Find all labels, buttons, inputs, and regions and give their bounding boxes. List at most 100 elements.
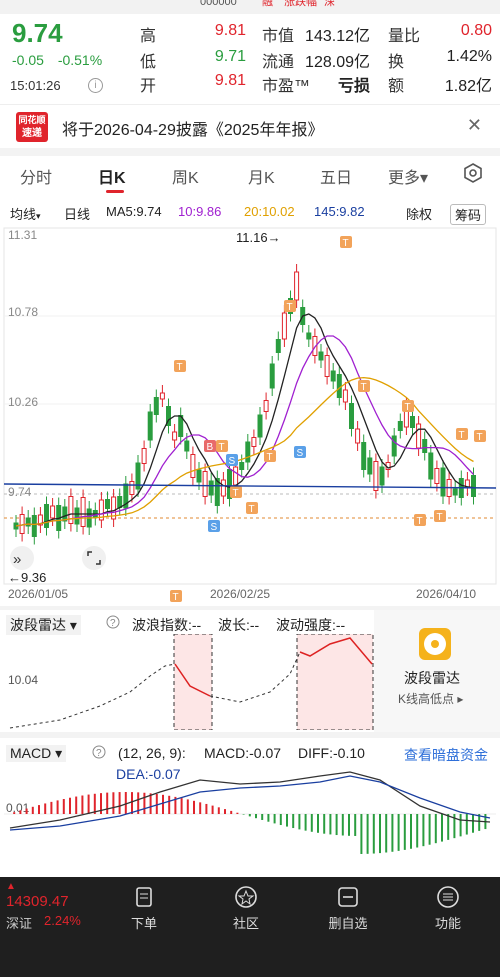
candle-body xyxy=(257,414,263,438)
index-pct: 2.24% xyxy=(44,913,81,928)
candle-body xyxy=(428,452,434,480)
wave-index: 波浪指数:-- xyxy=(132,617,202,633)
candle-body xyxy=(306,332,312,340)
candle-body xyxy=(31,515,37,537)
period-label[interactable]: 日线 xyxy=(64,204,90,223)
help-icon[interactable]: ? xyxy=(92,745,106,762)
open-label: 开 xyxy=(140,78,157,95)
tab-daily-k[interactable]: 日K xyxy=(98,164,126,188)
candle-body xyxy=(269,363,275,389)
candle-body xyxy=(355,428,361,444)
radar-selector[interactable]: 波段雷达 ▾ xyxy=(6,615,81,635)
candle-body xyxy=(440,467,446,497)
float-value: 128.09亿 xyxy=(305,54,370,71)
tab-weekly-k[interactable]: 周K xyxy=(172,164,199,188)
low-label: 低 xyxy=(140,54,157,71)
signal-marker-letter: T xyxy=(287,302,293,313)
candle-body xyxy=(202,471,208,497)
nav-community[interactable]: 社区 xyxy=(216,885,276,932)
tab-intraday[interactable]: 分时 xyxy=(20,164,52,188)
kline-chart[interactable]: 11.31 10.78 10.26 9.74 11.16→ ←9.36 TTTB… xyxy=(0,226,500,713)
candle-body xyxy=(342,389,348,403)
nav-order-label: 下单 xyxy=(130,916,157,931)
x-label-start: 2026/01/05 xyxy=(8,587,68,601)
nav-functions[interactable]: 功能 xyxy=(418,885,478,932)
fullscreen-icon[interactable] xyxy=(82,546,106,570)
radar-dashed-line xyxy=(209,651,301,703)
wave-strength: 波动强度:-- xyxy=(276,617,346,633)
index-value[interactable]: 14309.47 xyxy=(6,893,69,910)
top-strip: 000000 融 涨跌幅 深 xyxy=(0,0,500,14)
active-tab-indicator xyxy=(106,190,124,193)
radar-promo[interactable]: 波段雷达 K线高低点 ▸ xyxy=(374,610,500,732)
candle-body xyxy=(184,440,190,452)
candle-body xyxy=(391,435,397,457)
wave-length: 波长:-- xyxy=(218,617,260,633)
open-value: 9.81 xyxy=(214,72,246,89)
info-icon[interactable]: i xyxy=(88,78,103,93)
nav-functions-label: 功能 xyxy=(434,916,461,931)
nav-order[interactable]: 下单 xyxy=(114,885,174,932)
settings-icon[interactable] xyxy=(462,162,484,189)
signal-marker-letter: T xyxy=(361,382,367,393)
candle-body xyxy=(275,339,281,353)
candle-body xyxy=(373,461,379,491)
signal-marker-letter: T xyxy=(343,238,349,249)
close-icon[interactable]: ✕ xyxy=(467,115,482,136)
logo-line2: 速递 xyxy=(22,128,42,139)
kline-svg: 11.31 10.78 10.26 9.74 11.16→ ←9.36 TTTB… xyxy=(3,227,497,713)
volratio-value: 0.80 xyxy=(460,22,492,39)
index-name: 深证 xyxy=(6,916,33,931)
divider xyxy=(0,148,500,156)
help-icon[interactable]: ? xyxy=(106,615,120,632)
menu-circle-icon xyxy=(437,886,459,908)
svg-text:»: » xyxy=(13,551,21,568)
chips-button[interactable]: 筹码 xyxy=(450,204,487,225)
candle-body xyxy=(74,507,80,525)
candle-body xyxy=(251,437,257,447)
radar-disc-icon xyxy=(419,628,451,660)
candle-body xyxy=(452,488,458,496)
x-label-mid: 2026/02/25 xyxy=(210,587,270,601)
quote-time: 15:01:26 xyxy=(10,78,61,93)
chart-frame xyxy=(3,227,497,585)
macd-selector[interactable]: MACD ▾ xyxy=(6,745,67,762)
avg-line-label: 均线 xyxy=(10,207,37,222)
tab-monthly-k[interactable]: 月K xyxy=(248,164,275,188)
svg-text:?: ? xyxy=(96,748,102,759)
document-icon xyxy=(136,887,152,907)
macd-title: MACD xyxy=(10,745,52,761)
tab-five-day[interactable]: 五日 xyxy=(320,164,352,188)
candle-body xyxy=(44,504,49,528)
macd-chart: 0.01 xyxy=(0,762,500,872)
stock-code: 000000 xyxy=(200,0,237,8)
nav-remove-label: 删自选 xyxy=(328,916,368,931)
avg-line-selector[interactable]: 均线▾ xyxy=(10,204,41,223)
pe-value: 亏损 xyxy=(337,78,370,95)
candle-body xyxy=(220,479,226,497)
ma10-value: 10:9.86 xyxy=(178,204,222,219)
signal-marker-letter: S xyxy=(229,456,236,467)
macd-svg: 0.01 xyxy=(4,771,496,854)
min-price-label: ←9.36 xyxy=(8,570,46,585)
bottom-bar: ▲ 14309.47 深证 2.24% 下单 社区 删自选 功能 xyxy=(0,877,500,977)
announcement-banner[interactable]: 同花顺 速递 将于2026-04-29披露《2025年年报》 ✕ xyxy=(0,104,500,148)
high-label: 高 xyxy=(140,28,157,45)
nav-remove-watchlist[interactable]: 删自选 xyxy=(318,885,378,932)
expand-left-icon[interactable]: » xyxy=(10,546,34,570)
tab-more[interactable]: 更多▾ xyxy=(388,164,428,188)
highlight-zone xyxy=(173,633,213,731)
low-value: 9.71 xyxy=(214,48,246,65)
adjust-button[interactable]: 除权 xyxy=(406,204,432,223)
dropdown-icon: ▾ xyxy=(36,211,41,221)
candle-body xyxy=(50,505,56,519)
candle-body xyxy=(367,457,373,475)
candle-body xyxy=(208,480,214,496)
ma145-line xyxy=(3,483,497,489)
diff-value: DIFF:-0.10 xyxy=(298,745,365,761)
tag-margin: 融 xyxy=(262,0,273,8)
macd-params: (12, 26, 9): xyxy=(118,745,186,761)
signal-marker-letter: T xyxy=(177,362,183,373)
signal-marker-letter: S xyxy=(211,522,218,533)
candle-body xyxy=(379,466,385,486)
